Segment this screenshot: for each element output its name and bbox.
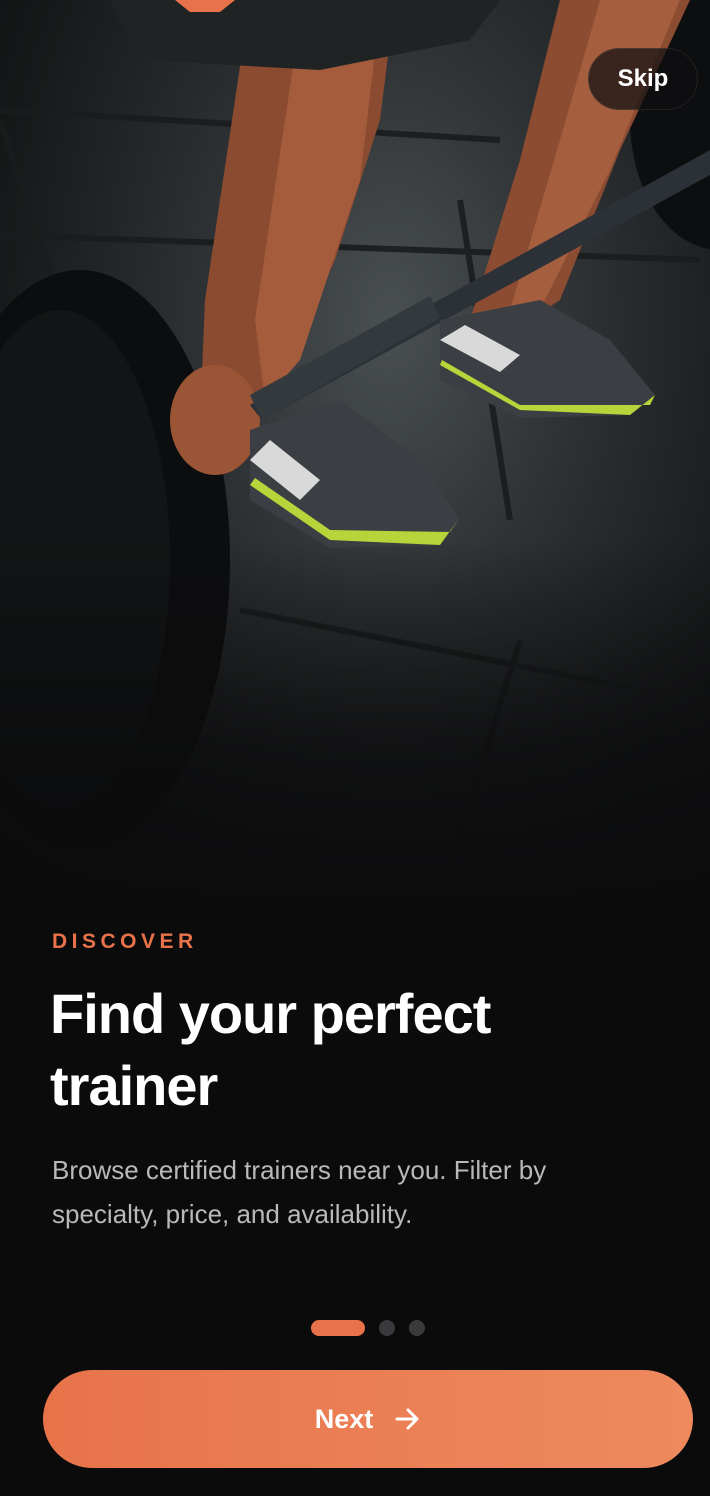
page-dot[interactable]	[409, 1320, 425, 1336]
section-eyebrow: DISCOVER	[52, 930, 198, 953]
skip-button[interactable]: Skip	[588, 48, 698, 110]
next-button[interactable]: Next	[43, 1370, 693, 1468]
page-description: Browse certified trainers near you. Filt…	[52, 1155, 547, 1229]
hero-fade-overlay	[0, 540, 710, 920]
onboarding-screen: Skip DISCOVER Find your perfect trainer …	[0, 0, 710, 1496]
page-dot[interactable]	[379, 1320, 395, 1336]
page-dot-active[interactable]	[311, 1320, 365, 1336]
arrow-right-icon	[395, 1408, 421, 1430]
next-button-label: Next	[314, 1403, 374, 1434]
hero-image	[0, 0, 710, 920]
page-title: Find your perfect trainer	[50, 982, 491, 1117]
page-indicator	[311, 1320, 425, 1336]
